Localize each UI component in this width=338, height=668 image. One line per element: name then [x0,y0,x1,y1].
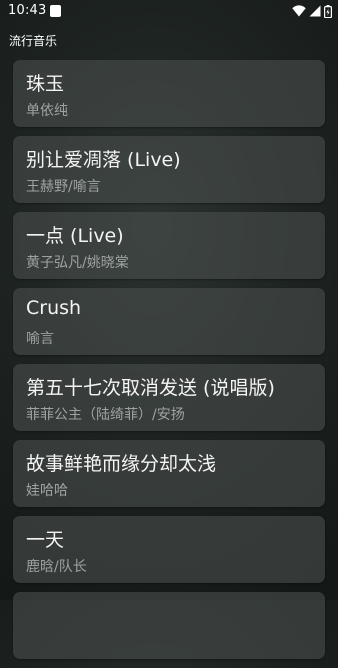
notification-square-icon [50,5,61,17]
song-title: 一点 (Live) [26,225,124,247]
song-card[interactable]: Crush 喻言 [13,288,325,355]
song-title: 珠玉 [26,73,65,95]
song-card[interactable]: 第五十七次取消发送 (说唱版) 菲菲公主（陆绮菲）/安扬 [13,364,325,431]
song-title: 故事鲜艳而缘分却太浅 [26,453,217,475]
song-card[interactable]: 一点 (Live) 黄子弘凡/姚晓棠 [13,212,325,279]
song-card[interactable]: 故事鲜艳而缘分却太浅 娃哈哈 [13,440,325,507]
signal-icon [309,5,321,17]
status-time: 10:43 [8,3,47,18]
song-card[interactable] [13,592,325,659]
song-artist: 喻言 [26,331,54,347]
song-title: 别让爱凋落 (Live) [26,149,181,171]
song-card[interactable]: 别让爱凋落 (Live) 王赫野/喻言 [13,136,325,203]
song-title: Crush [26,297,82,319]
song-artist: 娃哈哈 [26,483,68,499]
status-icons [292,4,332,18]
song-artist: 王赫野/喻言 [26,179,101,195]
song-artist: 单依纯 [26,103,68,119]
wifi-icon [292,5,306,17]
section-title: 流行音乐 [9,34,58,48]
song-artist: 黄子弘凡/姚晓棠 [26,255,129,271]
song-list: 珠玉 单依纯 别让爱凋落 (Live) 王赫野/喻言 一点 (Live) 黄子弘… [13,60,325,668]
status-bar: 10:43 [0,0,338,24]
song-card[interactable]: 珠玉 单依纯 [13,60,325,127]
song-artist: 鹿晗/队长 [26,559,87,575]
song-card[interactable]: 一天 鹿晗/队长 [13,516,325,583]
song-title: 第五十七次取消发送 (说唱版) [26,377,275,399]
battery-icon [324,4,332,18]
song-title: 一天 [26,529,65,551]
song-artist: 菲菲公主（陆绮菲）/安扬 [26,407,185,423]
